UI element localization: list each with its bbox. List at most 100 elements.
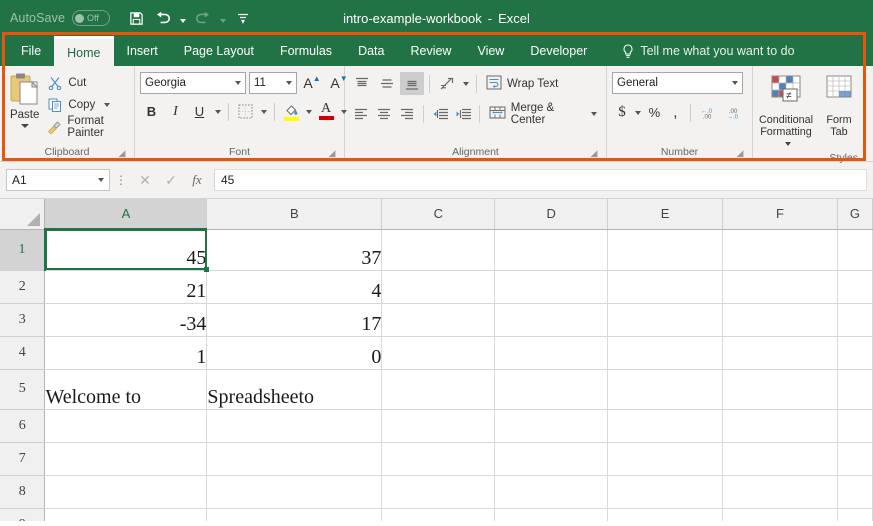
cut-button[interactable]: Cut: [44, 73, 129, 92]
column-header-d[interactable]: D: [494, 199, 609, 230]
orientation-dropdown-caret-icon[interactable]: [460, 72, 471, 95]
align-left-button[interactable]: [350, 102, 372, 125]
decrease-indent-button[interactable]: [429, 102, 451, 125]
cell-g3[interactable]: [837, 303, 873, 337]
column-header-g[interactable]: G: [837, 199, 873, 230]
column-header-f[interactable]: F: [722, 199, 838, 230]
cell-f9[interactable]: [722, 508, 838, 521]
percent-style-button[interactable]: %: [644, 101, 664, 124]
cell-f2[interactable]: [722, 270, 838, 304]
font-name-combo[interactable]: Georgia: [140, 72, 246, 94]
cell-a9[interactable]: [44, 508, 208, 521]
cell-g1[interactable]: [837, 229, 873, 271]
cell-g5[interactable]: [837, 369, 873, 410]
cell-f7[interactable]: [722, 442, 838, 476]
cell-b4[interactable]: 0: [206, 336, 383, 370]
cell-e9[interactable]: [607, 508, 724, 521]
formula-input[interactable]: 45: [214, 169, 867, 191]
cell-c4[interactable]: [381, 336, 496, 370]
cell-b6[interactable]: [206, 409, 383, 443]
cell-e7[interactable]: [607, 442, 724, 476]
cancel-entry-button[interactable]: ✕: [132, 169, 158, 191]
bottom-align-button[interactable]: [400, 72, 424, 95]
underline-dropdown-caret-icon[interactable]: [212, 100, 223, 123]
cell-d5[interactable]: [494, 369, 609, 410]
cell-d3[interactable]: [494, 303, 609, 337]
number-dialog-launcher[interactable]: ◢: [735, 148, 745, 158]
wrap-text-button[interactable]: Wrap Text: [482, 72, 562, 95]
paste-button[interactable]: Paste: [5, 70, 44, 128]
cell-d8[interactable]: [494, 475, 609, 509]
tab-view[interactable]: View: [464, 36, 517, 66]
number-format-combo[interactable]: General: [612, 72, 743, 94]
cell-g9[interactable]: [837, 508, 873, 521]
cell-d6[interactable]: [494, 409, 609, 443]
cell-e4[interactable]: [607, 336, 724, 370]
tab-developer[interactable]: Developer: [517, 36, 600, 66]
cell-a5[interactable]: Welcome to: [44, 369, 208, 410]
row-header-2[interactable]: 2: [0, 270, 46, 304]
cell-c5[interactable]: [381, 369, 496, 410]
cell-f1[interactable]: [722, 229, 838, 271]
customize-quick-access-icon[interactable]: [231, 6, 255, 30]
orientation-button[interactable]: [435, 72, 459, 95]
tell-me-search[interactable]: Tell me what you want to do: [600, 36, 795, 66]
underline-button[interactable]: U: [188, 100, 211, 123]
accounting-number-format-button[interactable]: $: [612, 101, 632, 124]
row-header-6[interactable]: 6: [0, 409, 46, 443]
borders-dropdown-caret-icon[interactable]: [258, 100, 269, 123]
copy-button[interactable]: Copy: [44, 95, 129, 114]
cell-e2[interactable]: [607, 270, 724, 304]
cell-e1[interactable]: [607, 229, 724, 271]
cell-g8[interactable]: [837, 475, 873, 509]
row-header-3[interactable]: 3: [0, 303, 46, 337]
cell-g2[interactable]: [837, 270, 873, 304]
cell-g6[interactable]: [837, 409, 873, 443]
tab-page-layout[interactable]: Page Layout: [171, 36, 267, 66]
tab-formulas[interactable]: Formulas: [267, 36, 345, 66]
middle-align-button[interactable]: [375, 72, 399, 95]
clipboard-dialog-launcher[interactable]: ◢: [117, 148, 127, 158]
tab-home[interactable]: Home: [54, 36, 114, 66]
autosave-toggle[interactable]: Off: [72, 10, 111, 26]
formula-bar-handle[interactable]: ⋮: [114, 174, 128, 186]
select-all-button[interactable]: [0, 199, 46, 230]
cell-f3[interactable]: [722, 303, 838, 337]
merge-and-center-button[interactable]: Merge & Center: [485, 102, 601, 126]
cell-c1[interactable]: [381, 229, 496, 271]
cell-d4[interactable]: [494, 336, 609, 370]
cell-a7[interactable]: [44, 442, 208, 476]
font-size-combo[interactable]: 11: [249, 72, 297, 94]
cell-c9[interactable]: [381, 508, 496, 521]
font-color-button[interactable]: A: [315, 100, 337, 123]
cell-a6[interactable]: [44, 409, 208, 443]
cell-a8[interactable]: [44, 475, 208, 509]
decrease-decimal-button[interactable]: .00 →.0: [722, 101, 747, 124]
cell-b1[interactable]: 37: [206, 229, 383, 271]
cell-d1[interactable]: [494, 229, 609, 271]
row-header-4[interactable]: 4: [0, 336, 46, 370]
row-header-8[interactable]: 8: [0, 475, 46, 509]
cell-c6[interactable]: [381, 409, 496, 443]
row-header-9[interactable]: 9: [0, 508, 46, 521]
cell-a3[interactable]: -34: [44, 303, 208, 337]
cell-g4[interactable]: [837, 336, 873, 370]
row-header-1[interactable]: 1: [0, 229, 46, 271]
comma-style-button[interactable]: ,: [665, 101, 685, 124]
undo-icon[interactable]: [151, 6, 175, 30]
alignment-dialog-launcher[interactable]: ◢: [589, 148, 599, 158]
increase-decimal-button[interactable]: ←.0.00: [696, 101, 721, 124]
fill-handle[interactable]: [204, 267, 209, 272]
name-box[interactable]: A1: [6, 169, 110, 191]
increase-indent-button[interactable]: [452, 102, 474, 125]
cell-a2[interactable]: 21: [44, 270, 208, 304]
worksheet-grid[interactable]: A B C D E F G 1 45 37 2 21 4 3 -34 17 4 …: [0, 199, 873, 521]
format-painter-button[interactable]: Format Painter: [44, 115, 129, 139]
top-align-button[interactable]: [350, 72, 374, 95]
increase-font-size-button[interactable]: A ▲: [300, 72, 324, 94]
row-header-5[interactable]: 5: [0, 369, 46, 410]
cell-b8[interactable]: [206, 475, 383, 509]
cell-b5[interactable]: Spreadsheeto: [206, 369, 383, 410]
save-icon[interactable]: [124, 6, 148, 30]
borders-button[interactable]: [234, 100, 257, 123]
